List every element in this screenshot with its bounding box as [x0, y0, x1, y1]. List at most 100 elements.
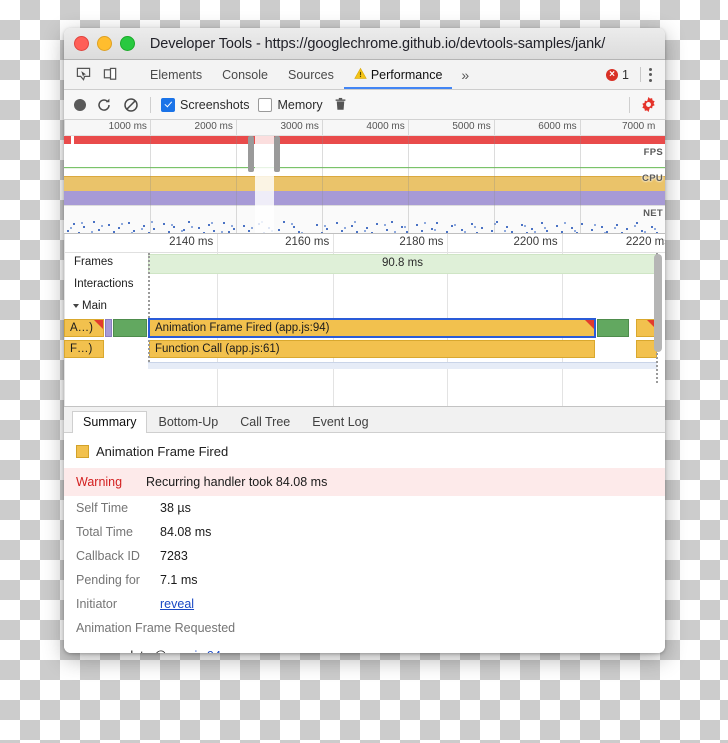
cpu-band [64, 169, 665, 205]
close-window-button[interactable] [74, 36, 89, 51]
timeline-overview[interactable]: 1000 ms 2000 ms 3000 ms 4000 ms 5000 ms … [64, 120, 665, 234]
overview-tick-label: 7000 m [622, 121, 656, 132]
tab-summary[interactable]: Summary [72, 411, 148, 433]
summary-key: Total Time [76, 525, 133, 539]
flame-chart[interactable]: 2140 ms 2160 ms 2180 ms 2200 ms 2220 ms … [64, 234, 665, 407]
frame-duration-label: 90.8 ms [382, 257, 423, 269]
screenshots-label: Screenshots [180, 97, 250, 112]
control-divider-2 [629, 96, 630, 113]
tab-elements-label: Elements [150, 67, 203, 82]
overview-ruler: 1000 ms 2000 ms 3000 ms 4000 ms 5000 ms … [64, 120, 665, 136]
summary-value: 7.1 ms [160, 573, 198, 587]
warning-marker-icon [585, 320, 594, 329]
tab-elements[interactable]: Elements [140, 60, 212, 89]
flame-event-paint[interactable] [113, 319, 147, 337]
error-icon: × [606, 68, 619, 81]
summary-row-initiator: Initiator reveal [64, 592, 665, 616]
memory-label: Memory [277, 97, 323, 112]
summary-row-total-time: Total Time 84.08 ms [64, 520, 665, 544]
expand-triangle-icon[interactable] [73, 303, 79, 308]
overview-selection-window[interactable] [255, 136, 274, 233]
track-frames[interactable]: 90.8 ms Frames [64, 253, 665, 275]
summary-row-warning: Warning Recurring handler took 84.08 ms [64, 468, 665, 496]
settings-gear-icon[interactable] [639, 96, 657, 114]
overview-tick-label: 3000 ms [280, 121, 319, 132]
source-link[interactable]: app.js:94 [170, 649, 221, 653]
tab-console[interactable]: Console [212, 60, 278, 89]
overview-tick-label: 6000 ms [538, 121, 577, 132]
reload-icon[interactable] [95, 96, 113, 114]
tab-sources[interactable]: Sources [278, 60, 344, 89]
net-request-dots [67, 221, 658, 233]
flame-event-label: F…) [70, 343, 93, 355]
track-interactions[interactable]: Interactions [64, 275, 665, 297]
summary-warning-key: Warning [76, 475, 123, 489]
frames-band[interactable]: 90.8 ms [148, 254, 657, 274]
record-button[interactable] [74, 98, 86, 111]
memory-checkbox[interactable]: Memory [258, 97, 323, 112]
track-main-label: Main [82, 300, 107, 312]
window-titlebar: Developer Tools - https://googlechrome.g… [64, 28, 665, 60]
screenshots-checkbox-box [161, 97, 175, 112]
summary-value: 7283 [160, 549, 188, 563]
tab-event-log[interactable]: Event Log [301, 411, 379, 433]
stack-function-name: app.update @ [88, 649, 167, 653]
flame-event-other[interactable] [105, 319, 112, 337]
band-label-cpu: CPU [642, 173, 663, 184]
summary-value: 38 µs [160, 501, 191, 515]
flame-tick-label: 2180 ms [399, 236, 444, 248]
tab-performance[interactable]: Performance [343, 60, 453, 89]
flame-event-function-call[interactable]: Function Call (app.js:61) [149, 340, 595, 358]
summary-value: 84.08 ms [160, 525, 212, 539]
flame-event-truncated[interactable]: A…) [64, 319, 104, 337]
net-band [64, 205, 665, 233]
clear-icon[interactable] [122, 96, 140, 114]
summary-row-callback-id: Callback ID 7283 [64, 544, 665, 568]
flame-event-label: Animation Frame Fired (app.js:94) [155, 322, 330, 334]
band-label-fps: FPS [643, 147, 663, 158]
overview-tick-label: 2000 ms [194, 121, 233, 132]
warning-triangle-icon [354, 67, 367, 83]
window-title: Developer Tools - https://googlechrome.g… [149, 35, 606, 52]
band-label-net: NET [643, 208, 663, 219]
error-count-label: 1 [622, 67, 629, 82]
track-frames-label: Frames [72, 256, 115, 268]
device-toolbar-icon[interactable] [98, 63, 123, 86]
frame-boundary-left [148, 253, 150, 362]
summary-key: Self Time [76, 501, 129, 515]
overview-right-handle[interactable] [274, 136, 281, 172]
flame-event-selected[interactable]: Animation Frame Fired (app.js:94) [148, 318, 596, 338]
devtools-tabstrip: Elements Console Sources Performance » ×… [64, 60, 665, 90]
track-main-row: Main [72, 300, 109, 312]
more-tabs-button[interactable]: » [452, 60, 478, 89]
flame-scrollbar-thumb[interactable] [654, 254, 662, 352]
inspect-element-icon[interactable] [71, 63, 96, 86]
details-tabs: Summary Bottom-Up Call Tree Event Log [64, 407, 665, 433]
screenshots-checkbox[interactable]: Screenshots [161, 97, 250, 112]
tab-console-label: Console [222, 67, 268, 82]
flame-event-label: Function Call (app.js:61) [155, 343, 280, 355]
tab-call-tree-label: Call Tree [240, 415, 291, 429]
summary-row-animation-frame-requested: Animation Frame Requested [64, 616, 665, 640]
reveal-initiator-link[interactable]: reveal [160, 595, 194, 613]
tab-call-tree[interactable]: Call Tree [229, 411, 301, 433]
flame-event-label: A…) [70, 322, 93, 334]
minimize-window-button[interactable] [97, 36, 112, 51]
event-color-swatch [76, 445, 89, 458]
tabstrip-right-controls: × 1 [602, 60, 665, 89]
tab-sources-label: Sources [287, 67, 334, 82]
flame-event-truncated[interactable]: F…) [64, 340, 104, 358]
devtools-menu-icon[interactable] [640, 67, 659, 82]
flame-event-paint[interactable] [597, 319, 629, 337]
zoom-window-button[interactable] [120, 36, 135, 51]
overview-left-handle[interactable] [247, 136, 254, 172]
summary-event-header: Animation Frame Fired [64, 442, 665, 468]
overview-body[interactable]: FPS CPU NET [64, 136, 665, 233]
tab-summary-label: Summary [83, 415, 137, 429]
details-pane: Summary Bottom-Up Call Tree Event Log An… [64, 407, 665, 653]
trash-icon[interactable] [332, 96, 350, 114]
error-count-badge[interactable]: × 1 [602, 68, 633, 82]
tab-bottom-up[interactable]: Bottom-Up [147, 411, 229, 433]
track-main[interactable]: Main [64, 297, 665, 319]
performance-toolbar: Screenshots Memory [64, 90, 665, 120]
